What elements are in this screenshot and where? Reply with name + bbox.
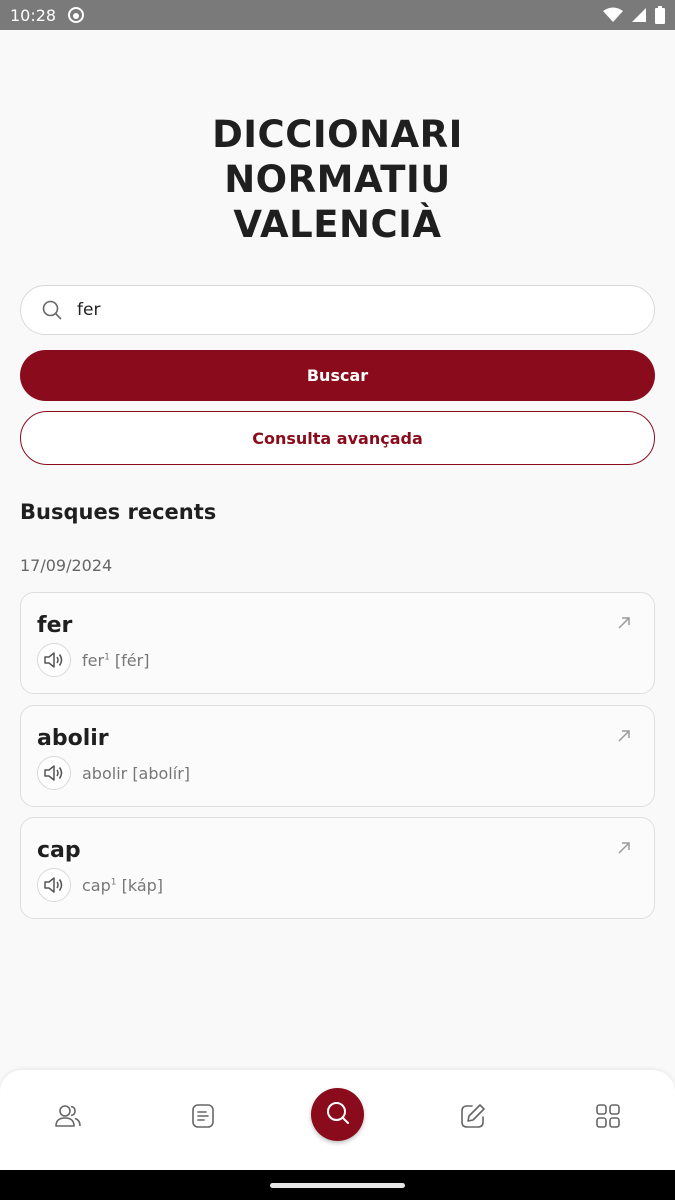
search-icon — [325, 1100, 351, 1130]
nav-people[interactable] — [48, 1098, 88, 1138]
title-line: NORMATIU — [224, 158, 451, 201]
grid-icon — [595, 1103, 621, 1133]
recent-item-word: fer — [37, 613, 73, 638]
search-icon — [41, 299, 63, 321]
nav-more[interactable] — [588, 1098, 628, 1138]
pron-ipa: [káp] — [121, 876, 164, 895]
homonym-number: 1 — [110, 877, 117, 888]
recent-item[interactable]: abolir abolir [abolír] — [20, 705, 655, 807]
pron-ipa: [abolír] — [132, 764, 191, 783]
nav-documents[interactable] — [183, 1098, 223, 1138]
pron-word: cap — [82, 876, 111, 895]
recent-item[interactable]: fer fer1 [fér] — [20, 592, 655, 694]
signal-icon — [631, 7, 647, 23]
speaker-icon[interactable] — [37, 868, 71, 902]
gesture-handle[interactable] — [270, 1183, 405, 1188]
recent-item-pronunciation: cap1 [káp] — [82, 876, 163, 895]
pron-word: abolir — [82, 764, 128, 783]
pron-ipa: [fér] — [114, 651, 150, 670]
title-line: DICCIONARI — [212, 113, 463, 156]
recent-date: 17/09/2024 — [20, 556, 113, 575]
open-arrow-icon[interactable] — [616, 615, 632, 631]
nav-edit[interactable] — [453, 1098, 493, 1138]
pron-word: fer — [82, 651, 105, 670]
status-bar: 10:28 — [0, 0, 675, 30]
homonym-number: 1 — [104, 652, 110, 663]
recent-item-pronunciation: fer1 [fér] — [82, 651, 149, 670]
recent-item[interactable]: cap cap1 [káp] — [20, 817, 655, 919]
advanced-search-button[interactable]: Consulta avançada — [20, 411, 655, 465]
search-input[interactable] — [77, 300, 597, 320]
search-button[interactable]: Buscar — [20, 350, 655, 401]
search-box[interactable] — [20, 285, 655, 335]
wifi-icon — [603, 7, 623, 23]
app-notification-icon — [68, 7, 85, 23]
page-title: DICCIONARI NORMATIU VALENCIÀ — [0, 112, 675, 247]
recent-searches-heading: Busques recents — [20, 500, 217, 524]
document-icon — [191, 1103, 215, 1133]
system-gesture-bar — [0, 1170, 675, 1200]
edit-icon — [459, 1102, 487, 1134]
speaker-icon[interactable] — [37, 756, 71, 790]
recent-item-word: abolir — [37, 726, 109, 751]
nav-search[interactable] — [311, 1088, 364, 1141]
bottom-navigation — [0, 1070, 675, 1170]
open-arrow-icon[interactable] — [616, 728, 632, 744]
recent-item-word: cap — [37, 838, 81, 863]
people-icon — [54, 1103, 82, 1133]
status-time: 10:28 — [10, 5, 57, 25]
battery-icon — [655, 6, 665, 24]
recent-item-pronunciation: abolir [abolír] — [82, 764, 190, 783]
title-line: VALENCIÀ — [233, 203, 442, 246]
open-arrow-icon[interactable] — [616, 840, 632, 856]
speaker-icon[interactable] — [37, 643, 71, 677]
